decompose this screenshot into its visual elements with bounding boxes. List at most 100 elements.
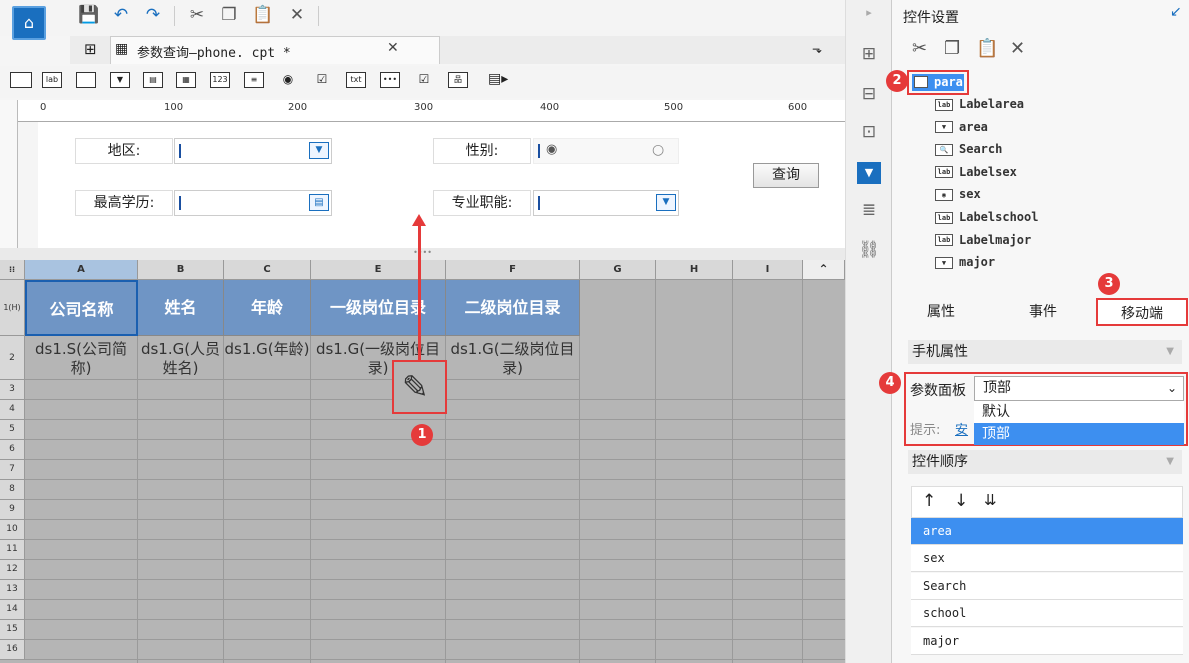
param-panel-select[interactable]: 顶部 ⌄ xyxy=(974,376,1184,401)
order-item-school[interactable]: school xyxy=(911,600,1183,628)
row-header[interactable]: 9 xyxy=(0,500,25,520)
scroll-up-icon[interactable]: ⌃ xyxy=(803,260,845,280)
order-item-major[interactable]: major xyxy=(911,627,1183,655)
cut-icon[interactable]: ✂ xyxy=(912,38,927,59)
collapse-arrow-icon[interactable]: ▸ xyxy=(857,6,881,28)
textarea-widget-icon[interactable]: ≡ xyxy=(244,72,264,88)
button-widget-icon[interactable] xyxy=(76,72,96,88)
chevron-down-icon[interactable]: ▼ xyxy=(656,194,676,211)
column-header[interactable]: F xyxy=(446,260,580,280)
row-header[interactable]: 12 xyxy=(0,560,25,580)
settings-grid-icon[interactable]: ⊟ xyxy=(857,84,881,106)
date-widget-icon[interactable]: ▤ xyxy=(143,72,163,88)
text-widget-icon[interactable]: txt xyxy=(346,72,366,88)
app-logo-icon[interactable]: ⌂ xyxy=(12,6,46,40)
save-icon[interactable]: 💾 xyxy=(78,4,100,26)
mobile-properties-section[interactable]: 手机属性 ▼ xyxy=(908,340,1182,364)
column-header[interactable]: E xyxy=(311,260,446,280)
area-combobox[interactable]: ▼ xyxy=(174,138,332,164)
row-header[interactable]: 7 xyxy=(0,460,25,480)
combobox-widget-icon[interactable]: ▼ xyxy=(110,72,130,88)
row-header[interactable]: 11 xyxy=(0,540,25,560)
undo-icon[interactable]: ↶ xyxy=(110,4,132,26)
number-widget-icon[interactable]: 123 xyxy=(210,72,230,88)
row-header[interactable]: 14 xyxy=(0,600,25,620)
row-header[interactable]: 5 xyxy=(0,420,25,440)
tab-events[interactable]: 事件 xyxy=(993,298,1093,326)
school-date-field[interactable]: ▤ xyxy=(174,190,332,216)
grid-icon[interactable]: ⊞ xyxy=(84,40,97,58)
link-icon[interactable]: ⛓ xyxy=(857,240,881,262)
tree-item-search[interactable]: 🔍 Search xyxy=(935,142,1002,156)
widget-order-section[interactable]: 控件顺序 ▼ xyxy=(908,450,1182,474)
tree-item-labelsex[interactable]: lab Labelsex xyxy=(935,165,1017,179)
tree-item-area[interactable]: ▼ area xyxy=(935,120,988,134)
tab-menu-icon[interactable]: ⬎ xyxy=(812,42,822,56)
panel-resize-handle[interactable]: •••• xyxy=(0,248,845,260)
widget-settings-icon[interactable]: ▼ xyxy=(857,162,881,184)
corner-cell[interactable]: ⁝⁝ xyxy=(0,260,25,280)
order-item-area[interactable]: area xyxy=(911,518,1183,545)
move-up-icon[interactable]: ↑ xyxy=(922,491,936,511)
row-header[interactable]: 8 xyxy=(0,480,25,500)
major-combobox[interactable]: ▼ xyxy=(533,190,679,216)
row-header[interactable]: 2 xyxy=(0,336,25,380)
row-header[interactable]: 1(H) xyxy=(0,280,25,336)
column-header[interactable]: B xyxy=(138,260,224,280)
tree-item-labelarea[interactable]: lab Labelarea xyxy=(935,97,1024,111)
label-widget-icon[interactable]: lab xyxy=(42,72,62,88)
expand-icon[interactable]: ↙ xyxy=(1170,4,1182,20)
sort-icon[interactable]: ⇊ xyxy=(984,491,997,509)
pencil-icon[interactable]: ✎ xyxy=(402,368,429,406)
password-widget-icon[interactable]: ••• xyxy=(380,72,400,88)
column-header[interactable]: I xyxy=(733,260,803,280)
column-header[interactable]: G xyxy=(580,260,656,280)
tab-document[interactable]: ▦ 参数查询—phone. cpt * ✕ xyxy=(110,36,440,64)
column-header[interactable]: H xyxy=(656,260,733,280)
header-cell[interactable]: 一级岗位目录 xyxy=(311,280,446,336)
paste-icon[interactable]: 📋 xyxy=(252,4,274,26)
dropdown-option-selected[interactable]: 顶部 xyxy=(974,423,1184,445)
sex-radio-group[interactable]: ◉ ○ xyxy=(533,138,679,164)
tree-item-major[interactable]: ▼ major xyxy=(935,255,995,269)
tab-mobile[interactable]: 移动端 xyxy=(1096,298,1188,326)
tree-item-sex[interactable]: ◉ sex xyxy=(935,187,981,201)
header-cell[interactable]: 二级岗位目录 xyxy=(446,280,580,336)
tree-item-labelmajor[interactable]: lab Labelmajor xyxy=(935,233,1031,247)
checkbox-widget-icon[interactable]: ☑ xyxy=(312,72,332,88)
layout-icon[interactable]: ⊞ xyxy=(857,44,881,66)
chevron-down-icon[interactable]: ⌄ xyxy=(1167,377,1177,400)
copy-icon[interactable]: ❐ xyxy=(218,4,240,26)
row-header[interactable]: 3 xyxy=(0,380,25,400)
delete-icon[interactable]: ✕ xyxy=(1010,38,1025,59)
close-icon[interactable]: ✕ xyxy=(387,40,399,56)
copy-icon[interactable]: ❐ xyxy=(944,38,960,59)
tree-widget-icon[interactable]: 品 xyxy=(448,72,468,88)
redo-icon[interactable]: ↷ xyxy=(142,4,164,26)
data-cell[interactable]: ds1.S(公司简称) xyxy=(25,336,138,380)
report-grid[interactable]: ⁝⁝ A B C E F G H I ⌃ 1(H) 2 3 4 5 6 7 8 9 10 11 1… xyxy=(0,260,845,663)
list-icon[interactable]: ≣ xyxy=(857,200,881,222)
calendar-icon[interactable]: ▤ xyxy=(309,194,329,211)
tree-item-labelschool[interactable]: lab Labelschool xyxy=(935,210,1038,224)
chevron-down-icon[interactable]: ▼ xyxy=(309,142,329,159)
calendar-widget-icon[interactable]: ▦ xyxy=(176,72,196,88)
frame-icon[interactable]: ⊡ xyxy=(857,122,881,144)
hint-link[interactable]: 安 xyxy=(955,419,968,438)
cut-icon[interactable]: ✂ xyxy=(186,4,208,26)
row-header[interactable]: 15 xyxy=(0,620,25,640)
tab-attributes[interactable]: 属性 xyxy=(891,298,991,326)
row-header[interactable]: 16 xyxy=(0,640,25,660)
radio-option-icon[interactable]: ○ xyxy=(652,142,664,158)
order-item-search[interactable]: Search xyxy=(911,572,1183,600)
move-down-icon[interactable]: ↓ xyxy=(954,491,968,511)
order-item-sex[interactable]: sex xyxy=(911,545,1183,573)
radio-option-icon[interactable]: ◉ xyxy=(546,142,557,157)
checkbox-single-icon[interactable]: ☑ xyxy=(414,72,434,88)
radio-widget-icon[interactable]: ◉ xyxy=(278,72,298,88)
more-widgets-icon[interactable]: ▤▸ xyxy=(488,72,508,88)
data-cell[interactable]: ds1.G(二级岗位目录) xyxy=(446,336,580,380)
paste-icon[interactable]: 📋 xyxy=(976,38,998,59)
dropdown-option[interactable]: 默认 xyxy=(974,401,1184,423)
label-widget-icon[interactable] xyxy=(10,72,32,88)
